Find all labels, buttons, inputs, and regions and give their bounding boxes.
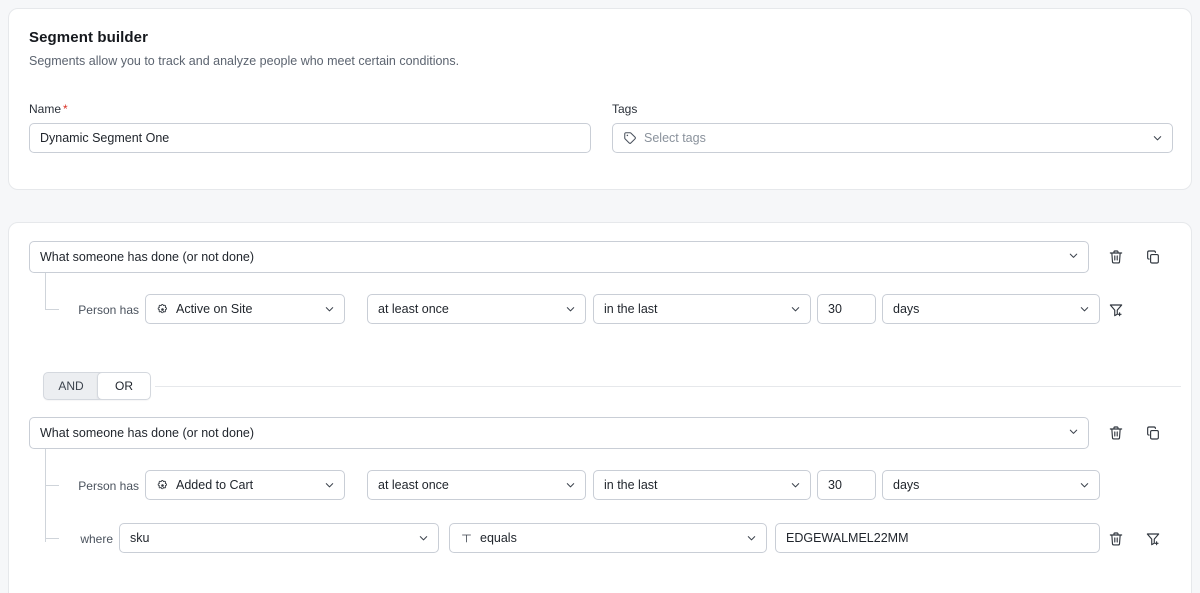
group-1-amount-input[interactable]: 30 [817,294,876,324]
group-2-delete-button[interactable] [1107,424,1125,442]
chevron-down-icon [1079,304,1090,315]
group-2-amount-input[interactable]: 30 [817,470,876,500]
logic-toggle-and[interactable]: AND [44,373,98,399]
segment-details-card: Segment builder Segments allow you to tr… [8,8,1192,190]
group-1-timeframe-select[interactable]: in the last [593,294,811,324]
group-2-unit-select[interactable]: days [882,470,1100,500]
logic-toggle-or[interactable]: OR [97,373,150,399]
chevron-down-icon [418,533,429,544]
metric-cog-icon [156,479,169,492]
segment-builder-page: Segment builder Segments allow you to tr… [0,0,1200,593]
group-1-amount-value: 30 [828,302,842,316]
chevron-down-icon [1079,480,1090,491]
group-2-operator-value: equals [480,531,517,545]
chevron-down-icon [1152,133,1163,144]
tags-select[interactable]: Select tags [612,123,1173,153]
page-title: Segment builder [29,29,149,46]
name-input-value: Dynamic Segment One [40,131,170,145]
text-type-icon [460,532,473,545]
page-subtitle: Segments allow you to track and analyze … [29,54,460,68]
group-1-metric-select[interactable]: Active on Site [145,294,345,324]
tags-label: Tags [612,102,638,116]
logic-toggle[interactable]: AND OR [43,372,151,400]
chevron-down-icon [790,480,801,491]
group-1-frequency-value: at least once [378,302,449,316]
group-1-delete-button[interactable] [1107,248,1125,266]
scroll-shadow [18,581,1182,593]
group-2-metric-select[interactable]: Added to Cart [145,470,345,500]
chevron-down-icon [324,304,335,315]
group-1-duplicate-button[interactable] [1144,248,1162,266]
group-1-unit-select[interactable]: days [882,294,1100,324]
tree-connector-vertical [45,449,46,542]
group-1-add-filter-button[interactable] [1107,301,1125,319]
group-2-type-value: What someone has done (or not done) [40,426,255,440]
group-1-metric-value: Active on Site [176,302,253,316]
name-input[interactable]: Dynamic Segment One [29,123,591,153]
group-1-timeframe-value: in the last [604,302,658,316]
group-1-type-value: What someone has done (or not done) [40,250,255,264]
chevron-down-icon [790,304,801,315]
chevron-down-icon [1068,426,1079,440]
conditions-card: What someone has done (or not done) Pers… [8,222,1192,593]
chevron-down-icon [324,480,335,491]
group-2-operator-select[interactable]: equals [449,523,767,553]
group-2-row-1-prefix: Person has [78,479,139,493]
tags-placeholder: Select tags [644,131,706,145]
required-asterisk: * [63,102,68,116]
group-1-row-1-prefix: Person has [78,303,139,317]
group-2-amount-value: 30 [828,478,842,492]
logic-divider [155,386,1181,387]
chevron-down-icon [565,480,576,491]
metric-cog-icon [156,303,169,316]
group-2-where-add-filter-button[interactable] [1144,530,1162,548]
group-2-metric-value: Added to Cart [176,478,254,492]
group-2-value-text: EDGEWALMEL22MM [786,531,909,545]
group-2-frequency-value: at least once [378,478,449,492]
group-1-unit-value: days [893,302,920,316]
group-2-where-delete-button[interactable] [1107,530,1125,548]
group-2-duplicate-button[interactable] [1144,424,1162,442]
tag-icon [623,131,637,145]
group-2-value-input[interactable]: EDGEWALMEL22MM [775,523,1100,553]
group-2-unit-value: days [893,478,920,492]
group-2-property-select[interactable]: sku [119,523,439,553]
group-2-timeframe-value: in the last [604,478,658,492]
group-1-frequency-select[interactable]: at least once [367,294,586,324]
group-2-where-prefix: where [80,532,113,546]
group-2-frequency-select[interactable]: at least once [367,470,586,500]
group-2-type-select[interactable]: What someone has done (or not done) [29,417,1089,449]
group-2-property-value: sku [130,531,150,545]
group-2-timeframe-select[interactable]: in the last [593,470,811,500]
name-label: Name * [29,102,68,116]
group-1-type-select[interactable]: What someone has done (or not done) [29,241,1089,273]
name-label-text: Name [29,102,62,116]
chevron-down-icon [746,533,757,544]
chevron-down-icon [565,304,576,315]
chevron-down-icon [1068,250,1079,264]
